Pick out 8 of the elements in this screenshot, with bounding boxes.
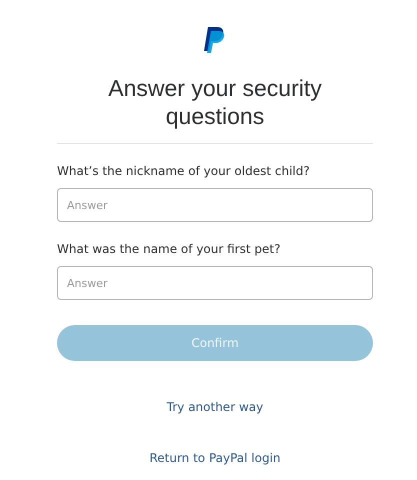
- answer-field[interactable]: Answer: [57, 266, 373, 300]
- page-title: Answer your security questions: [57, 74, 373, 144]
- logo-icon: [203, 27, 227, 54]
- text-link[interactable]: Try another way: [166, 400, 264, 415]
- question-label: What was the name of your first pet?: [57, 242, 282, 257]
- question-label: What’s the nickname of your oldest child?: [57, 164, 311, 179]
- text-link[interactable]: Return to PayPal login: [149, 451, 281, 466]
- answer-field[interactable]: Answer: [57, 188, 373, 222]
